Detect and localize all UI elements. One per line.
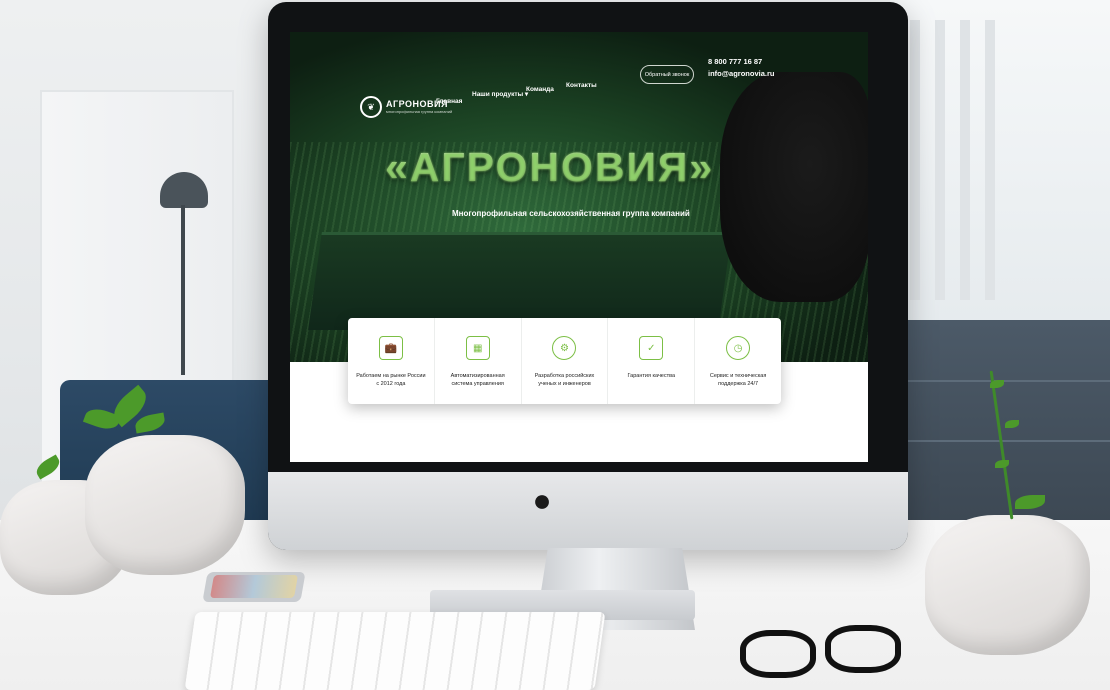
- callback-button[interactable]: Обратный звонок: [640, 65, 694, 84]
- features-card: 💼 Работаем на рынке России с 2012 года ▦…: [348, 318, 781, 404]
- logo-tagline: многопрофильная группа компаний: [386, 109, 453, 114]
- window-blind: [910, 20, 920, 300]
- window-blind: [960, 20, 970, 300]
- plant-pot-left-large: [85, 435, 245, 575]
- leaf-logo-icon: ❦: [360, 96, 382, 118]
- cabinet-line: [900, 440, 1110, 442]
- phone-number[interactable]: 8 800 777 16 87: [708, 57, 762, 66]
- briefcase-icon: 💼: [378, 336, 403, 360]
- keyboard: [184, 612, 606, 690]
- window-blind: [935, 20, 945, 300]
- feature-text: Разработка российских ученых и инженеров: [534, 373, 595, 387]
- nav-home[interactable]: Главная: [436, 98, 462, 105]
- feature-text: Автоматизированная система управления: [450, 373, 505, 387]
- feature-text: Сервис и техническая поддержка 24/7: [709, 373, 767, 387]
- room-window: [890, 0, 1110, 320]
- nav-contacts[interactable]: Контакты: [566, 82, 597, 89]
- monitor-chin: [268, 472, 908, 550]
- feature-text: Гарантия качества: [627, 373, 676, 379]
- hero-planter-crate: [308, 232, 732, 330]
- plant-pot-right: [925, 515, 1090, 655]
- feature-item: 💼 Работаем на рынке России с 2012 года: [348, 318, 435, 404]
- feature-item: ▦ Автоматизированная система управления: [435, 318, 522, 404]
- nav-team[interactable]: Команда: [526, 86, 554, 93]
- hero-cow-silhouette: [720, 72, 868, 302]
- nav-products[interactable]: Наши продукты ▾: [472, 90, 528, 98]
- website-screen: ❦ АГРОНОВИЯ многопрофильная группа компа…: [290, 32, 868, 462]
- gear-icon: ⚙: [552, 336, 577, 360]
- email-address[interactable]: info@agronovia.ru: [708, 69, 774, 78]
- feature-text: Работаем на рынке России с 2012 года: [356, 373, 426, 387]
- clock-icon: ◷: [726, 336, 751, 360]
- feature-item: ◷ Сервис и техническая поддержка 24/7: [695, 318, 781, 404]
- glasses-lens: [825, 625, 901, 673]
- hero-subtitle: Многопрофильная сельскохозяйственная гру…: [452, 209, 690, 218]
- chip-icon: ▦: [465, 336, 490, 360]
- floor-lamp-pole: [181, 205, 185, 375]
- feature-item: ✓ Гарантия качества: [608, 318, 696, 404]
- hero-title: «АГРОНОВИЯ»: [385, 144, 715, 190]
- feature-item: ⚙ Разработка российских ученых и инженер…: [522, 318, 609, 404]
- glasses-lens: [740, 630, 816, 678]
- window-blind: [985, 20, 995, 300]
- cabinet-line: [900, 380, 1110, 382]
- smartphone-screen: [209, 575, 299, 598]
- apple-logo-icon: ●: [532, 482, 552, 518]
- shield-icon: ✓: [639, 336, 664, 360]
- glasses: [735, 625, 925, 690]
